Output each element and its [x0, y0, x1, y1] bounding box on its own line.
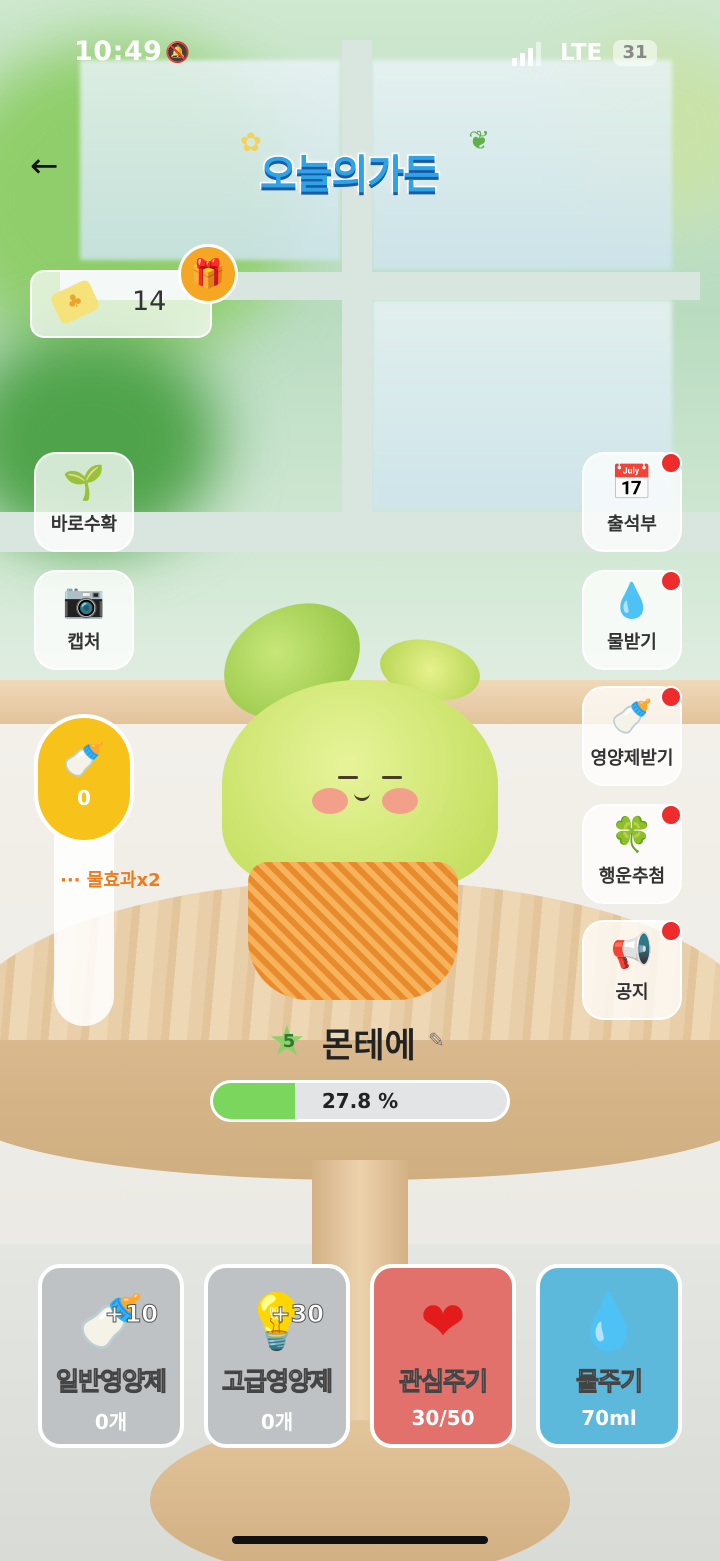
get-nutrient-label: 영양제받기 — [590, 748, 674, 769]
lucky-draw-label: 행운추첨 — [598, 866, 666, 887]
water-drop-icon: 💧 — [575, 1290, 643, 1353]
growth-progress-text: 27.8 % — [321, 1089, 399, 1113]
premium-bottle-icon: 💡 +30 — [208, 1276, 346, 1362]
status-bar: 10:49 🔕 LTE 31 — [0, 0, 720, 100]
give-attention-title: 관심주기 — [398, 1367, 488, 1397]
water-bonus-label: ··· 물효과x2 — [60, 870, 161, 891]
leaf-icon: ❦ — [468, 126, 490, 156]
ticket-count: 14 — [132, 286, 167, 317]
notification-dot — [660, 804, 682, 826]
basic-nutrient-count: 0개 — [94, 1410, 128, 1434]
app-logo: ✿ ❦ 오늘의가든 — [240, 126, 490, 208]
nutrient-plus: +10 — [104, 1300, 159, 1329]
notification-dot — [660, 570, 682, 592]
plant-eye — [338, 776, 358, 779]
plant-character[interactable] — [210, 594, 510, 1000]
water-button[interactable]: 💧 물주기 70ml — [536, 1264, 682, 1448]
water-bonus-text: 물효과x2 — [86, 870, 161, 891]
get-water-button[interactable]: 💧 물받기 — [582, 570, 682, 670]
notification-dot — [660, 686, 682, 708]
battery-icon: 31 — [613, 40, 657, 66]
basic-nutrient-title: 일반영양제 — [55, 1367, 167, 1397]
sprout-harvest-icon: 🌱 — [62, 463, 106, 503]
lucky-draw-button[interactable]: 🍀 행운추첨 — [582, 804, 682, 904]
water-title: 물주기 — [575, 1367, 643, 1397]
plant-cheek — [382, 788, 418, 814]
nutrient-gauge[interactable]: 🍼 0 — [34, 714, 134, 844]
plant-name: 몬테에 — [322, 1026, 416, 1066]
status-time: 10:49 — [74, 36, 163, 67]
logo-text: 오늘의가든 — [259, 151, 442, 200]
notification-dot — [660, 452, 682, 474]
plant-level: 5 — [282, 1031, 296, 1052]
harvest-button[interactable]: 🌱 바로수확 — [34, 452, 134, 552]
plant-eye — [382, 776, 402, 779]
get-nutrient-button[interactable]: 🍼 영양제받기 — [582, 686, 682, 786]
home-indicator[interactable] — [232, 1536, 488, 1544]
nutrient-bottle-icon: 🍼 — [62, 740, 106, 780]
premium-nutrient-button[interactable]: 💡 +30 고급영양제 0개 — [204, 1264, 350, 1448]
nutrient-plus: +30 — [270, 1300, 325, 1329]
heart-icon: ❤ — [420, 1290, 466, 1353]
basic-nutrient-button[interactable]: 🍼 +10 일반영양제 0개 — [38, 1264, 184, 1448]
gift-icon[interactable]: 🎁 — [178, 244, 238, 304]
woven-pot — [248, 862, 458, 1000]
notification-dot — [660, 920, 682, 942]
water-amount: 70ml — [581, 1406, 637, 1430]
edit-pencil-icon[interactable]: ✎ — [428, 1028, 445, 1052]
battery-level: 31 — [622, 42, 648, 63]
growth-progress-bar: 27.8 % — [210, 1080, 510, 1122]
ticket-icon: ♣ — [49, 278, 101, 326]
gauge-value: 0 — [77, 786, 91, 810]
camera-icon: 📷 — [62, 581, 106, 621]
capture-label: 캡처 — [67, 632, 101, 653]
attendance-button[interactable]: 📅 출석부 — [582, 452, 682, 552]
premium-nutrient-title: 고급영양제 — [221, 1367, 333, 1397]
notice-button[interactable]: 📢 공지 — [582, 920, 682, 1020]
give-attention-button[interactable]: ❤ 관심주기 30/50 — [370, 1264, 516, 1448]
notice-label: 공지 — [615, 982, 649, 1003]
premium-nutrient-count: 0개 — [260, 1410, 294, 1434]
capture-button[interactable]: 📷 캡처 — [34, 570, 134, 670]
plant-cheek — [312, 788, 348, 814]
bell-muted-icon: 🔕 — [165, 40, 190, 64]
signal-icon — [512, 42, 542, 66]
attendance-label: 출석부 — [607, 514, 657, 535]
plant-body — [222, 680, 498, 890]
get-water-label: 물받기 — [607, 632, 657, 653]
nutrient-bottle-icon: 🍼 +10 — [42, 1276, 180, 1362]
back-arrow-icon[interactable]: ← — [30, 144, 74, 188]
network-type: LTE — [560, 40, 603, 66]
harvest-label: 바로수확 — [50, 514, 118, 535]
flower-icon: ✿ — [240, 128, 262, 158]
plant-mouth — [354, 792, 370, 801]
give-attention-count: 30/50 — [411, 1406, 475, 1430]
